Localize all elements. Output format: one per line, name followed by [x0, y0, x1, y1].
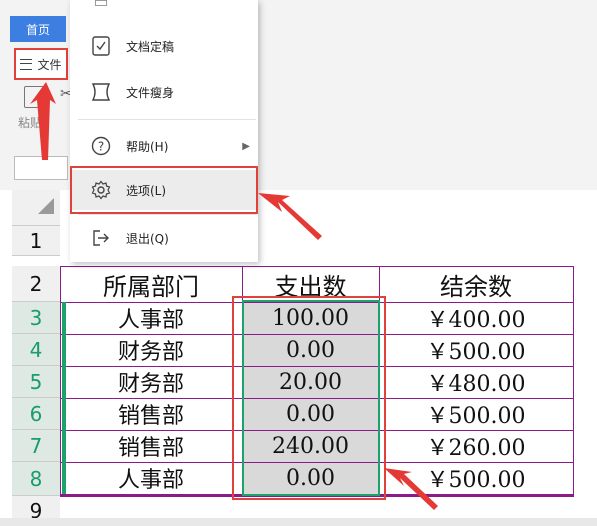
arrow-to-range-icon	[384, 468, 438, 510]
arrow-to-options-icon	[258, 193, 322, 240]
annotation-arrows	[30, 82, 438, 510]
horizontal-scrollbar[interactable]	[0, 518, 597, 526]
arrow-to-file-icon	[30, 82, 56, 160]
